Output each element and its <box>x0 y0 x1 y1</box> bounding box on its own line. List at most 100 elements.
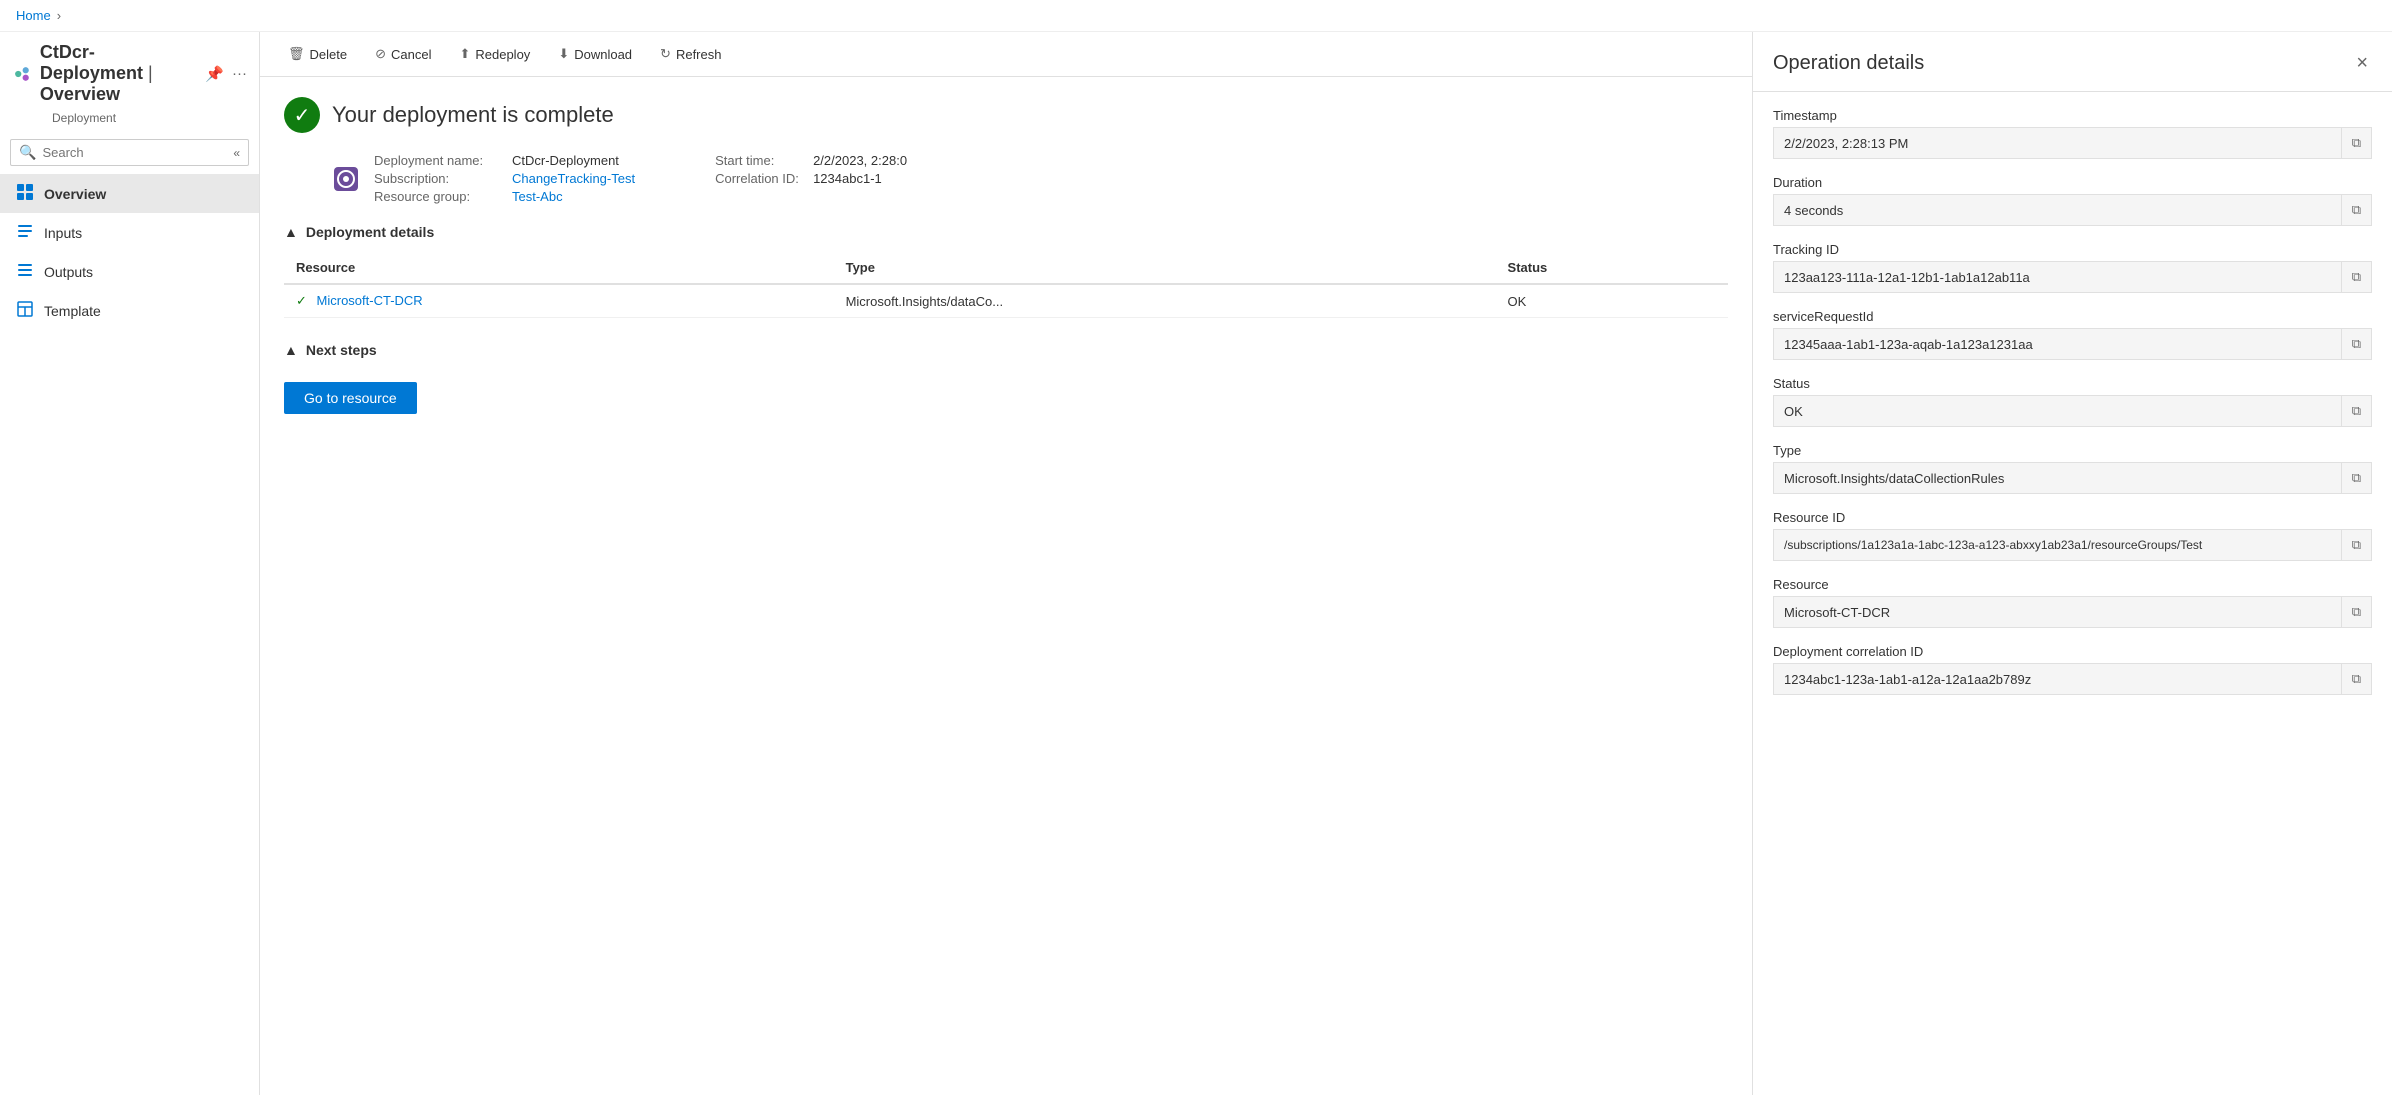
inputs-icon <box>16 222 34 243</box>
table-body: ✓ Microsoft-CT-DCR Microsoft.Insights/da… <box>284 284 1728 318</box>
sidebar-item-label-overview: Overview <box>44 186 106 202</box>
deployment-status: ✓ Your deployment is complete <box>284 97 1728 133</box>
home-link[interactable]: Home <box>16 8 51 23</box>
correlation-value: 1234abc1-1 <box>813 171 882 186</box>
overview-icon <box>16 183 34 204</box>
close-panel-button[interactable]: × <box>2352 48 2372 79</box>
operation-details-panel: Operation details × Timestamp 2/2/2023, … <box>1752 32 2392 1095</box>
redeploy-button[interactable]: ⬆ Redeploy <box>447 40 542 68</box>
more-icon[interactable]: ··· <box>232 65 247 82</box>
service-request-id-value: 12345aaa-1ab1-123a-aqab-1a123a1231aa <box>1774 330 2341 359</box>
search-box: 🔍 « <box>10 139 249 166</box>
field-tracking-id: Tracking ID 123aa123-111a-12a1-12b1-1ab1… <box>1773 242 2372 293</box>
field-resource: Resource Microsoft-CT-DCR ⧉ <box>1773 577 2372 628</box>
op-panel-title: Operation details <box>1773 52 1924 75</box>
tracking-id-label: Tracking ID <box>1773 242 2372 257</box>
template-icon <box>16 300 34 321</box>
sidebar-item-outputs[interactable]: Outputs <box>0 252 259 291</box>
next-steps-header[interactable]: ▲ Next steps <box>284 342 1728 358</box>
sidebar-title: CtDcr-Deployment | Overview <box>40 42 197 105</box>
cell-type: Microsoft.Insights/dataCo... <box>834 284 1496 318</box>
sidebar-item-template[interactable]: Template <box>0 291 259 330</box>
field-deployment-correlation-id: Deployment correlation ID 1234abc1-123a-… <box>1773 644 2372 695</box>
azure-deployment-icon <box>12 58 32 90</box>
resource-link[interactable]: Microsoft-CT-DCR <box>317 293 423 308</box>
type-label: Type <box>1773 443 2372 458</box>
resource-label: Resource <box>1773 577 2372 592</box>
collapse-icon[interactable]: « <box>233 146 240 160</box>
op-panel-header: Operation details × <box>1753 32 2392 92</box>
deployment-title: Your deployment is complete <box>332 102 614 128</box>
col-resource: Resource <box>284 252 834 284</box>
start-time-label: Start time: <box>715 153 805 168</box>
download-icon: ⬇ <box>558 46 569 62</box>
cell-resource: ✓ Microsoft-CT-DCR <box>284 284 834 318</box>
status-value: OK <box>1774 397 2341 426</box>
resource-group-label: Resource group: <box>374 189 504 204</box>
field-duration: Duration 4 seconds ⧉ <box>1773 175 2372 226</box>
field-type: Type Microsoft.Insights/dataCollectionRu… <box>1773 443 2372 494</box>
next-steps-section: ▲ Next steps Go to resource <box>284 342 1728 414</box>
cancel-button[interactable]: ⊘ Cancel <box>363 40 443 68</box>
breadcrumb: Home › <box>0 0 2392 32</box>
resource-group-value[interactable]: Test-Abc <box>512 189 563 204</box>
resource-value: Microsoft-CT-DCR <box>1774 598 2341 627</box>
start-time-value: 2/2/2023, 2:28:0 <box>813 153 907 168</box>
main-content: ✓ Your deployment is complete <box>260 77 1752 1095</box>
copy-duration-button[interactable]: ⧉ <box>2341 195 2371 225</box>
subscription-value[interactable]: ChangeTracking-Test <box>512 171 635 186</box>
pin-icon[interactable]: 📌 <box>205 65 224 83</box>
delete-button[interactable]: 🗑 Delete <box>276 40 359 68</box>
cell-status: OK <box>1496 284 1728 318</box>
nav-items: Overview Inputs Outputs Te <box>0 174 259 1095</box>
toolbar: 🗑 Delete ⊘ Cancel ⬆ Redeploy ⬇ Download … <box>260 32 1752 77</box>
sidebar-item-label-inputs: Inputs <box>44 225 82 241</box>
sidebar-item-overview[interactable]: Overview <box>0 174 259 213</box>
copy-timestamp-button[interactable]: ⧉ <box>2341 128 2371 158</box>
field-status: Status OK ⧉ <box>1773 376 2372 427</box>
copy-tracking-id-button[interactable]: ⧉ <box>2341 262 2371 292</box>
sidebar-item-label-outputs: Outputs <box>44 264 93 280</box>
table-row[interactable]: ✓ Microsoft-CT-DCR Microsoft.Insights/da… <box>284 284 1728 318</box>
copy-deployment-correlation-id-button[interactable]: ⧉ <box>2341 664 2371 694</box>
col-type: Type <box>834 252 1496 284</box>
deployment-correlation-id-value: 1234abc1-123a-1ab1-a12a-12a1aa2b789z <box>1774 665 2341 694</box>
duration-label: Duration <box>1773 175 2372 190</box>
op-panel-body: Timestamp 2/2/2023, 2:28:13 PM ⧉ Duratio… <box>1753 92 2392 711</box>
subscription-label: Subscription: <box>374 171 504 186</box>
deployment-meta-icon <box>332 165 360 193</box>
sidebar-item-label-template: Template <box>44 303 101 319</box>
copy-service-request-id-button[interactable]: ⧉ <box>2341 329 2371 359</box>
copy-type-button[interactable]: ⧉ <box>2341 463 2371 493</box>
redeploy-icon: ⬆ <box>459 46 470 62</box>
outputs-icon <box>16 261 34 282</box>
success-icon: ✓ <box>284 97 320 133</box>
copy-resource-id-button[interactable]: ⧉ <box>2341 530 2371 560</box>
deployment-name-value: CtDcr-Deployment <box>512 153 619 168</box>
details-section-label: Deployment details <box>306 224 434 240</box>
copy-status-button[interactable]: ⧉ <box>2341 396 2371 426</box>
correlation-label: Correlation ID: <box>715 171 805 186</box>
refresh-button[interactable]: ↻ Refresh <box>648 40 733 68</box>
sidebar: CtDcr-Deployment | Overview 📌 ··· Deploy… <box>0 32 260 1095</box>
field-timestamp: Timestamp 2/2/2023, 2:28:13 PM ⧉ <box>1773 108 2372 159</box>
field-resource-id: Resource ID /subscriptions/1a123a1a-1abc… <box>1773 510 2372 561</box>
search-input[interactable] <box>42 145 233 160</box>
refresh-icon: ↻ <box>660 46 671 62</box>
content-area: 🗑 Delete ⊘ Cancel ⬆ Redeploy ⬇ Download … <box>260 32 1752 1095</box>
resource-id-label: Resource ID <box>1773 510 2372 525</box>
copy-resource-button[interactable]: ⧉ <box>2341 597 2371 627</box>
go-to-resource-button[interactable]: Go to resource <box>284 382 417 414</box>
type-value: Microsoft.Insights/dataCollectionRules <box>1774 464 2341 493</box>
sidebar-item-inputs[interactable]: Inputs <box>0 213 259 252</box>
breadcrumb-sep: › <box>57 8 61 23</box>
download-button[interactable]: ⬇ Download <box>546 40 644 68</box>
deployment-name-label: Deployment name: <box>374 153 504 168</box>
col-status: Status <box>1496 252 1728 284</box>
cancel-icon: ⊘ <box>375 46 386 62</box>
duration-value: 4 seconds <box>1774 196 2341 225</box>
table-header: Resource Type Status <box>284 252 1728 284</box>
deployment-correlation-id-label: Deployment correlation ID <box>1773 644 2372 659</box>
sidebar-header: CtDcr-Deployment | Overview 📌 ··· Deploy… <box>0 32 259 131</box>
deployment-details-section[interactable]: ▲ Deployment details <box>284 224 1728 240</box>
